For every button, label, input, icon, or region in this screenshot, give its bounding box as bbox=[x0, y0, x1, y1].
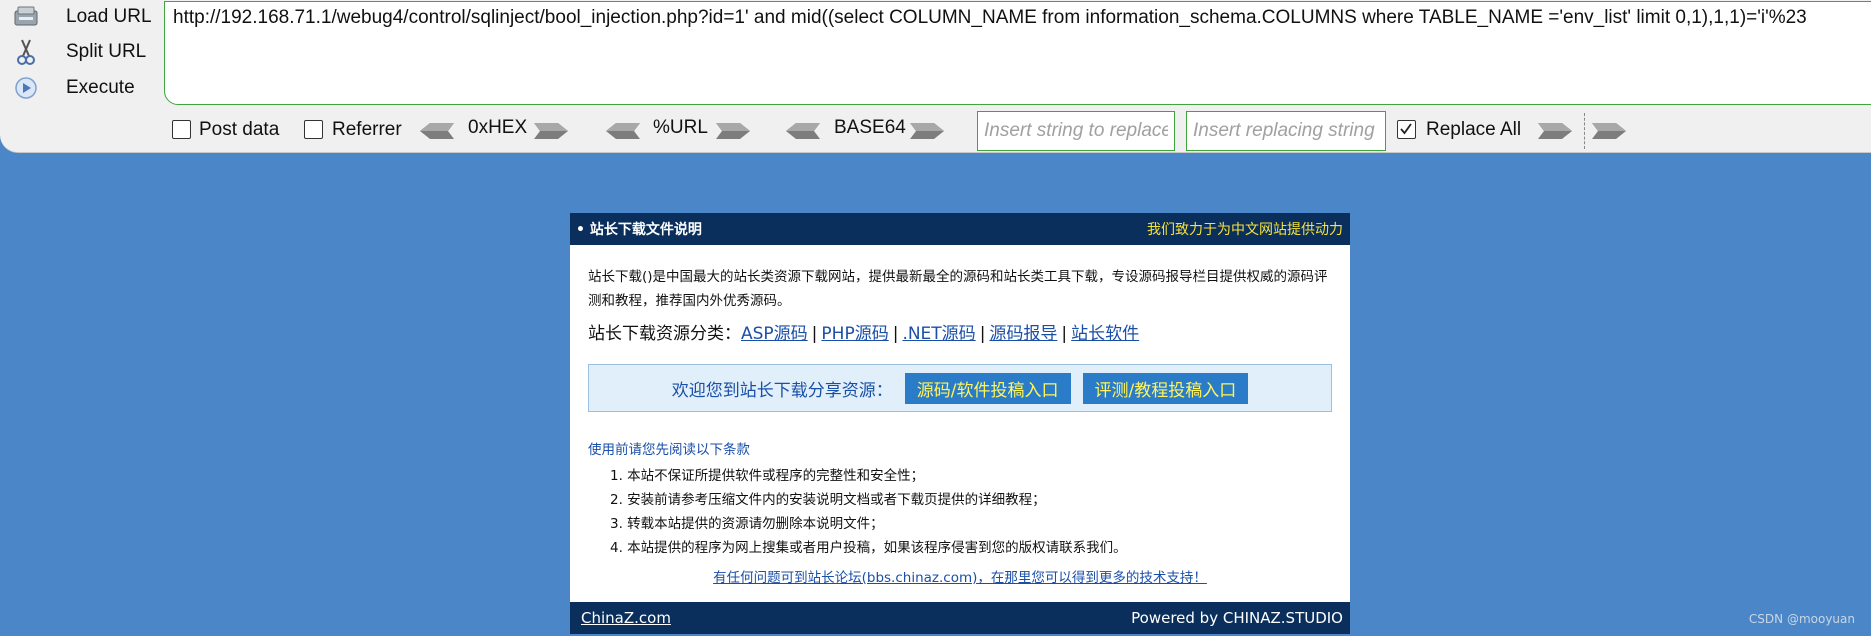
execute-label: Execute bbox=[66, 77, 135, 98]
base64-label: BASE64 bbox=[834, 117, 906, 138]
category-link-report[interactable]: 源码报导 bbox=[989, 324, 1057, 344]
category-row: 站长下载资源分类：ASP源码 | PHP源码 | .NET源码 | 源码报导 | 站长软件 bbox=[588, 319, 1332, 344]
hackbar-toolbar: Load URL Split URL Execute http://192.16… bbox=[0, 0, 1871, 153]
toolbar-divider bbox=[1584, 113, 1585, 149]
post-data-label: Post data bbox=[199, 119, 280, 140]
replace-string-input[interactable] bbox=[1186, 111, 1386, 151]
replace-arrow-icon[interactable] bbox=[1538, 121, 1574, 141]
category-separator: | bbox=[811, 324, 818, 344]
terms-title: 使用前请您先阅读以下条款 bbox=[588, 442, 750, 458]
terms-item: 3. 转载本站提供的资源请勿删除本说明文件； bbox=[610, 516, 884, 532]
intro-text: 站长下载()是中国最大的站长类资源下载网站，提供最新最全的源码和站长类工具下载，… bbox=[588, 269, 1328, 309]
category-link-php[interactable]: PHP源码 bbox=[821, 324, 888, 344]
source-submit-button[interactable]: 源码/软件投稿入口 bbox=[904, 372, 1071, 404]
category-separator: | bbox=[1061, 324, 1068, 344]
url-encoding-label: %URL bbox=[653, 117, 708, 138]
category-separator: | bbox=[892, 324, 899, 344]
category-link-dotnet[interactable]: .NET源码 bbox=[902, 324, 975, 344]
hex-encode-arrow-icon[interactable] bbox=[534, 121, 570, 141]
split-url-label: Split URL bbox=[66, 41, 147, 62]
terms-item: 2. 安装前请参考压缩文件内的安装说明文档或者下载页提供的详细教程； bbox=[610, 492, 1046, 508]
replace-all-checkbox[interactable] bbox=[1397, 120, 1416, 139]
execute-button[interactable]: Execute bbox=[12, 73, 152, 103]
hackbar-options-row: Post data Referrer 0xHEX %URL BASE64 Ins… bbox=[170, 111, 1870, 151]
card-slogan: 我们致力于为中文网站提供动力 bbox=[1147, 222, 1343, 238]
csdn-watermark: CSDN @mooyuan bbox=[1748, 612, 1855, 626]
category-link-software[interactable]: 站长软件 bbox=[1071, 324, 1139, 344]
forum-notice: 有任何问题可到站长论坛(bbs.chinaz.com)，在那里您可以得到更多的技… bbox=[570, 566, 1350, 586]
split-url-button[interactable]: Split URL bbox=[12, 37, 152, 67]
find-string-input[interactable] bbox=[977, 111, 1175, 151]
replace-all-label: Replace All bbox=[1426, 119, 1522, 140]
url-encode-arrow-icon[interactable] bbox=[716, 121, 752, 141]
card-header: • 站长下载文件说明 我们致力于为中文网站提供动力 bbox=[570, 213, 1350, 245]
scissors-icon bbox=[12, 38, 40, 66]
terms-list: 1. 本站不保证所提供软件或程序的完整性和安全性； 2. 安装前请参考压缩文件内… bbox=[610, 464, 1350, 560]
category-link-asp[interactable]: ASP源码 bbox=[741, 324, 808, 344]
hex-decode-arrow-icon[interactable] bbox=[418, 121, 454, 141]
chinaz-home-link[interactable]: ChinaZ.com bbox=[581, 609, 671, 627]
terms-item: 4. 本站提供的程序为网上搜集或者用户投稿，如果该程序侵害到您的版权请联系我们。 bbox=[610, 540, 1127, 556]
load-url-label: Load URL bbox=[66, 6, 152, 27]
hex-label: 0xHEX bbox=[468, 117, 528, 138]
category-label: 站长下载资源分类： bbox=[588, 324, 741, 344]
url-textarea[interactable]: http://192.168.71.1/webug4/control/sqlin… bbox=[164, 1, 1871, 105]
review-submit-button[interactable]: 评测/教程投稿入口 bbox=[1082, 372, 1249, 404]
powered-by-text: Powered by CHINAZ.STUDIO bbox=[1131, 609, 1343, 627]
card-footer: ChinaZ.com Powered by CHINAZ.STUDIO bbox=[570, 602, 1350, 634]
load-url-icon bbox=[12, 3, 40, 31]
checkmark-icon bbox=[1400, 123, 1412, 135]
download-info-card: • 站长下载文件说明 我们致力于为中文网站提供动力 站长下载()是中国最大的站长… bbox=[570, 213, 1350, 634]
load-url-button[interactable]: Load URL bbox=[12, 2, 152, 32]
post-data-checkbox[interactable] bbox=[172, 120, 191, 139]
welcome-box: 欢迎您到站长下载分享资源： 源码/软件投稿入口 评测/教程投稿入口 bbox=[588, 364, 1332, 412]
referrer-checkbox[interactable] bbox=[304, 120, 323, 139]
referrer-label: Referrer bbox=[332, 119, 402, 140]
card-title: • 站长下载文件说明 bbox=[576, 222, 702, 238]
base64-decode-arrow-icon[interactable] bbox=[784, 121, 820, 141]
category-separator: | bbox=[979, 324, 986, 344]
url-decode-arrow-icon[interactable] bbox=[604, 121, 640, 141]
play-icon bbox=[12, 74, 40, 102]
forum-link[interactable]: 有任何问题可到站长论坛(bbs.chinaz.com)，在那里您可以得到更多的技… bbox=[713, 570, 1207, 586]
welcome-text: 欢迎您到站长下载分享资源： bbox=[671, 380, 893, 401]
extra-arrow-icon[interactable] bbox=[1592, 121, 1628, 141]
base64-encode-arrow-icon[interactable] bbox=[910, 121, 946, 141]
terms-item: 1. 本站不保证所提供软件或程序的完整性和安全性； bbox=[610, 468, 925, 484]
